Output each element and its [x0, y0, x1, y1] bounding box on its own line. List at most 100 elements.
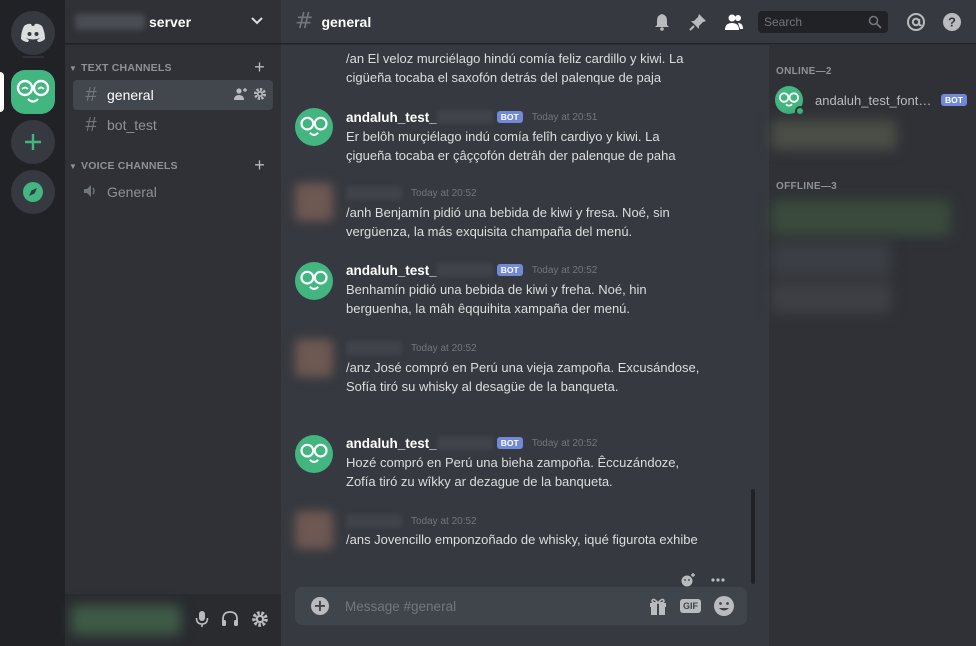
message-composer[interactable]: + Message #general GIF [295, 587, 747, 625]
gif-button[interactable]: GIF [680, 599, 701, 613]
message-list: /an El veloz murciélago hindú comía feli… [281, 44, 761, 584]
timestamp: Today at 20:51 [531, 111, 598, 123]
bot-badge: BOT [496, 111, 523, 123]
invite-icon[interactable] [233, 87, 247, 101]
member-item-redacted[interactable] [771, 242, 891, 278]
gift-icon[interactable] [648, 596, 668, 616]
bot-badge: BOT [496, 264, 523, 276]
category-text-channels[interactable]: ▼ TEXT CHANNELS + [65, 57, 281, 78]
hash-icon: # [295, 9, 314, 34]
chevron-down-icon [251, 17, 263, 25]
search-icon [868, 15, 882, 29]
glasses-face-icon [300, 116, 328, 136]
timestamp: Today at 20:52 [531, 437, 598, 449]
user-settings-gear-icon[interactable] [251, 610, 269, 628]
author-name[interactable]: andaluh_test_ [346, 263, 437, 278]
glasses-face-icon [300, 443, 328, 463]
member-avatar [775, 86, 805, 116]
timestamp: Today at 20:52 [531, 264, 598, 276]
compass-icon [23, 182, 43, 202]
search-input[interactable]: Search [758, 11, 888, 33]
member-list: ONLINE—2 andaluh_test_fontanero BOT OFFL… [769, 44, 976, 646]
member-item-redacted[interactable] [771, 282, 891, 314]
server-rail [0, 0, 65, 646]
author-name[interactable]: andaluh_test_ [346, 110, 437, 125]
member-list-icon[interactable] [722, 10, 746, 34]
bot-avatar[interactable] [295, 262, 333, 300]
message-text: /anz José compró en Perú una vieja zampo… [346, 360, 700, 394]
add-server-button[interactable] [11, 120, 55, 164]
discord-logo-icon [21, 23, 45, 42]
channel-header: # general Search ? [281, 0, 976, 44]
rail-separator [22, 56, 44, 58]
message-text: Benhamín pidió una bebida de kiwi y freh… [346, 282, 647, 316]
category-label: VOICE CHANNELS [81, 160, 178, 172]
bot-badge: BOT [496, 437, 523, 449]
member-item-redacted[interactable] [771, 120, 897, 150]
bot-avatar[interactable] [295, 108, 333, 146]
message-scrollbar[interactable] [748, 44, 758, 584]
glasses-face-icon [16, 79, 50, 103]
speaker-icon [79, 181, 103, 204]
message-text: Hozé compró en Perú una bieha zampoña. Ê… [346, 455, 680, 489]
channel-label: bot_test [107, 117, 157, 133]
more-options-icon[interactable] [710, 577, 726, 583]
channel-sidebar: server ▼ TEXT CHANNELS + # general # bot… [65, 0, 281, 646]
author-name-redacted [436, 110, 493, 124]
user-avatar-redacted[interactable] [295, 339, 333, 377]
chevron-down-icon: ▼ [69, 63, 78, 73]
timestamp: Today at 20:52 [411, 342, 477, 354]
svg-text:?: ? [948, 15, 956, 30]
hash-icon: # [85, 83, 97, 106]
gear-icon[interactable] [253, 87, 267, 101]
author-name-redacted [346, 514, 402, 528]
online-status-icon [795, 106, 805, 116]
add-reaction-icon[interactable] [680, 573, 696, 587]
message-text: Er belôh murçiélago indú comía felîh car… [346, 129, 676, 163]
message-text: /ans Jovencillo emponzoñado de whisky, i… [346, 532, 698, 547]
voice-channel-general[interactable]: General [73, 177, 273, 207]
timestamp: Today at 20:52 [411, 515, 477, 527]
microphone-icon[interactable] [195, 610, 209, 628]
message-text: /anh Benjamín pidió una bebida de kiwi y… [346, 205, 670, 239]
bot-avatar[interactable] [295, 435, 333, 473]
offline-header: OFFLINE—3 [776, 181, 838, 192]
upload-plus-icon[interactable]: + [311, 597, 329, 615]
user-panel [65, 594, 281, 646]
channel-label: general [107, 87, 154, 103]
server-header[interactable]: server [65, 0, 281, 44]
mentions-icon[interactable] [904, 10, 928, 34]
user-info-redacted [71, 605, 181, 635]
emoji-icon[interactable] [713, 595, 735, 617]
author-name[interactable]: andaluh_test_ [346, 436, 437, 451]
category-voice-channels[interactable]: ▼ VOICE CHANNELS + [65, 155, 281, 176]
message-text: /an El veloz murciélago hindú comía feli… [346, 51, 684, 85]
scrollbar-thumb[interactable] [751, 489, 755, 584]
timestamp: Today at 20:52 [411, 187, 477, 199]
help-icon[interactable]: ? [940, 10, 964, 34]
author-name-redacted [436, 263, 493, 277]
channel-bot-test[interactable]: # bot_test [73, 110, 273, 140]
server-name: server [149, 13, 192, 30]
channel-general[interactable]: # general [73, 80, 273, 110]
category-label: TEXT CHANNELS [81, 62, 172, 74]
channel-label: General [107, 184, 157, 200]
add-channel-icon[interactable]: + [254, 155, 265, 176]
channel-title: general [321, 13, 372, 30]
member-item-redacted[interactable] [771, 200, 951, 236]
server-name-redacted [75, 13, 145, 30]
explore-servers-button[interactable] [11, 170, 55, 214]
author-name-redacted [346, 186, 402, 200]
home-button[interactable] [11, 11, 55, 55]
active-server-indicator [0, 72, 4, 112]
headphones-icon[interactable] [221, 610, 239, 628]
add-channel-icon[interactable]: + [254, 57, 265, 78]
user-avatar-redacted[interactable] [295, 183, 333, 221]
pin-icon[interactable] [686, 10, 710, 34]
message-input[interactable]: Message #general [345, 599, 456, 614]
member-item[interactable]: andaluh_test_fontanero BOT [775, 82, 967, 118]
notification-bell-icon[interactable] [650, 10, 674, 34]
server-icon[interactable] [11, 70, 55, 114]
member-name: andaluh_test_fontanero [815, 92, 937, 108]
user-avatar-redacted[interactable] [295, 511, 333, 549]
